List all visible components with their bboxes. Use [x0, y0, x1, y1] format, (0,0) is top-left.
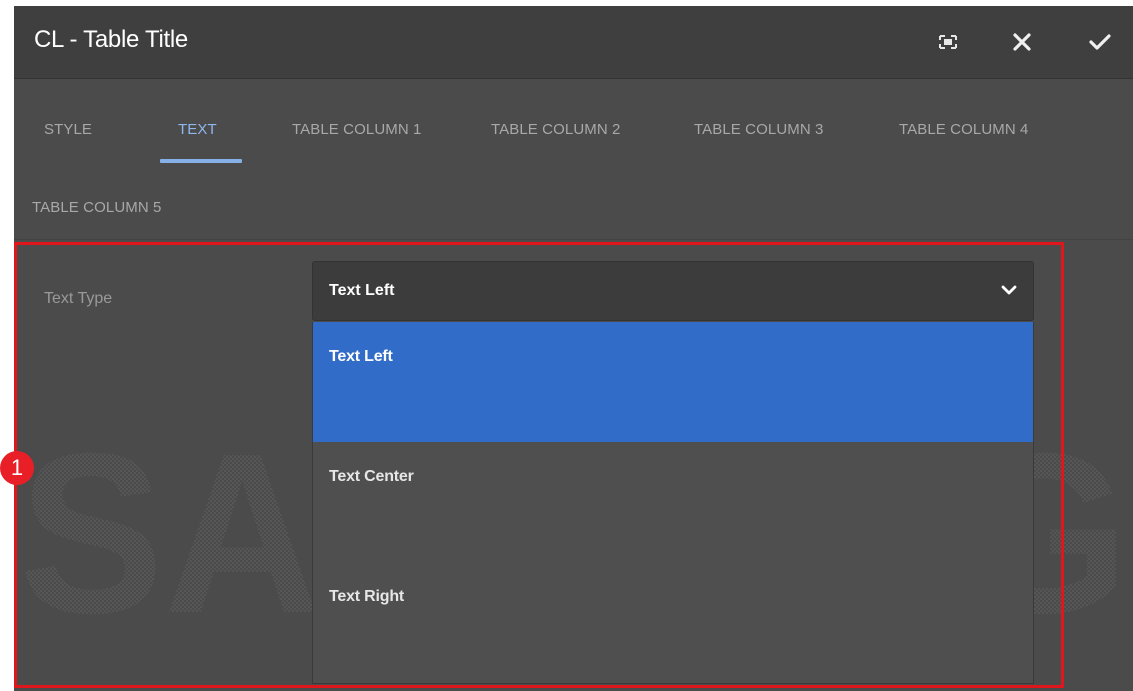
- active-tab-indicator: [160, 159, 242, 163]
- tab-bar: STYLE TEXT TABLE COLUMN 1 TABLE COLUMN 2…: [14, 79, 1133, 240]
- tab-style[interactable]: STYLE: [44, 121, 92, 138]
- text-type-selected-value: Text Left: [329, 282, 395, 299]
- option-label: Text Center: [329, 468, 414, 485]
- text-type-options: Text Left Text Center Text Right: [312, 322, 1034, 684]
- dialog: CL - Table Title STYLE TEXT TABLE COLUMN…: [14, 6, 1133, 691]
- tab-table-column-3[interactable]: TABLE COLUMN 3: [694, 121, 824, 138]
- tab-table-column-1[interactable]: TABLE COLUMN 1: [292, 121, 422, 138]
- text-settings-panel: SAMSUNG Text Type Text Left Text Left Te…: [14, 240, 1133, 691]
- close-icon: [1013, 33, 1031, 51]
- dialog-titlebar: CL - Table Title: [14, 6, 1133, 79]
- tab-table-column-4[interactable]: TABLE COLUMN 4: [899, 121, 1029, 138]
- option-label: Text Right: [329, 588, 405, 605]
- tab-table-column-5[interactable]: TABLE COLUMN 5: [32, 199, 162, 216]
- chevron-down-icon: [1001, 285, 1017, 295]
- option-label: Text Left: [329, 348, 393, 365]
- checkmark-icon: [1089, 34, 1111, 50]
- text-type-select[interactable]: Text Left: [312, 261, 1034, 321]
- option-text-right[interactable]: Text Right: [313, 562, 1033, 682]
- fullscreen-icon: [939, 35, 957, 49]
- tab-text[interactable]: TEXT: [178, 121, 217, 138]
- text-type-label: Text Type: [44, 290, 113, 307]
- fullscreen-button[interactable]: [928, 22, 968, 62]
- option-text-left[interactable]: Text Left: [313, 322, 1033, 442]
- step-badge: 1: [0, 451, 34, 485]
- option-text-center[interactable]: Text Center: [313, 442, 1033, 562]
- close-button[interactable]: [1002, 22, 1042, 62]
- dialog-title: CL - Table Title: [34, 26, 188, 53]
- confirm-button[interactable]: [1080, 22, 1120, 62]
- tab-table-column-2[interactable]: TABLE COLUMN 2: [491, 121, 621, 138]
